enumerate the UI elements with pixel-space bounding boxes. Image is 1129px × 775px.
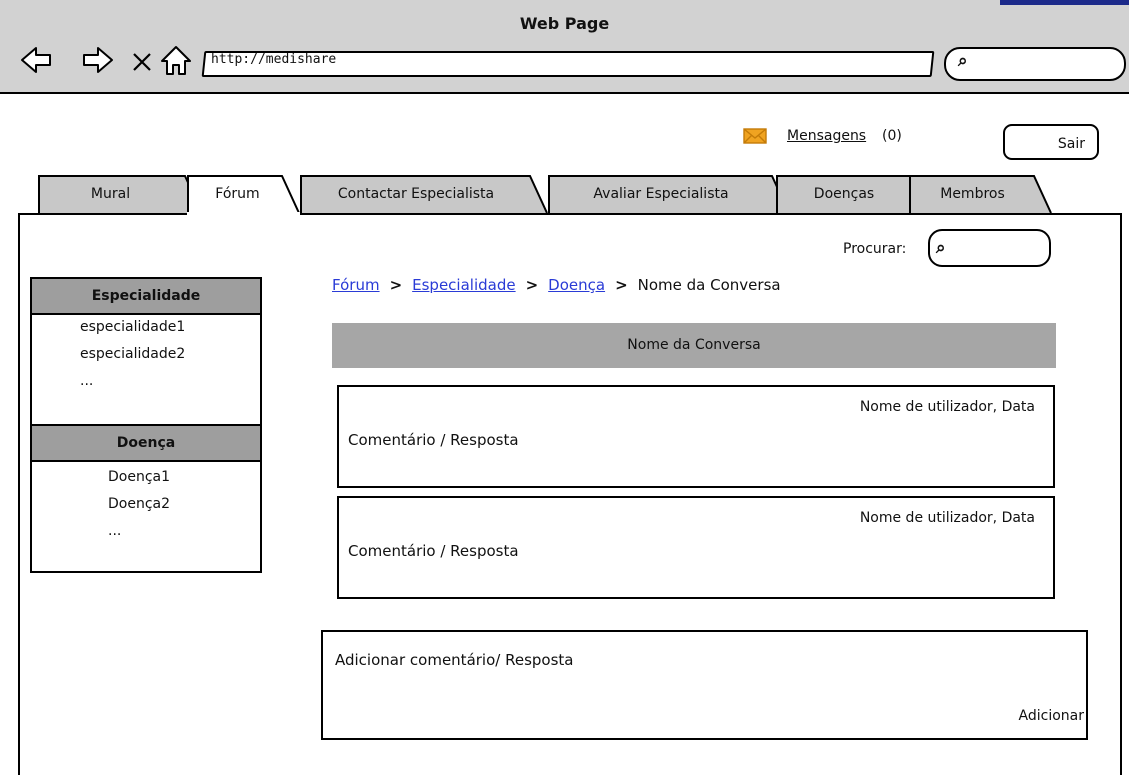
comment-card: Nome de utilizador, Data Comentário / Re… bbox=[337, 496, 1055, 599]
tab-doencas[interactable]: Doenças bbox=[776, 175, 928, 213]
tab-label: Fórum bbox=[215, 186, 260, 202]
address-text: http://medishare bbox=[211, 52, 337, 67]
tab-label: Doenças bbox=[813, 186, 875, 202]
search-label: Procurar: bbox=[843, 241, 907, 257]
conversation-title: Nome da Conversa bbox=[332, 323, 1056, 368]
comment-text: Comentário / Resposta bbox=[348, 542, 519, 560]
add-comment-button[interactable]: Adicionar bbox=[1019, 708, 1084, 724]
breadcrumb-specialty-link[interactable]: Especialidade bbox=[412, 276, 515, 294]
breadcrumb: Fórum > Especialidade > Doença > Nome da Conve… bbox=[332, 276, 781, 294]
breadcrumb-separator: > bbox=[525, 276, 539, 294]
tab-label: Avaliar Especialista bbox=[593, 186, 729, 202]
add-comment-box[interactable]: Adicionar comentário/ Resposta Adicionar bbox=[321, 630, 1088, 740]
messages-count: (0) bbox=[882, 128, 902, 144]
logout-button[interactable]: Sair bbox=[1003, 124, 1099, 160]
tab-mural[interactable]: Mural bbox=[38, 175, 203, 213]
sidebar-item-specialty[interactable]: especialidade2 bbox=[80, 346, 185, 362]
back-arrow-icon[interactable] bbox=[20, 44, 52, 76]
sidebar-item-more: ... bbox=[108, 523, 122, 539]
search-icon: ⌕ bbox=[958, 51, 968, 71]
active-tab-connector bbox=[187, 212, 300, 216]
breadcrumb-forum-link[interactable]: Fórum bbox=[332, 276, 380, 294]
window-accent bbox=[1000, 0, 1129, 5]
sidebar-item-disease[interactable]: Doença2 bbox=[108, 496, 170, 512]
comment-meta: Nome de utilizador, Data bbox=[859, 399, 1035, 415]
breadcrumb-separator: > bbox=[615, 276, 628, 294]
sidebar-item-disease[interactable]: Doença1 bbox=[108, 469, 170, 485]
tab-label: Contactar Especialista bbox=[337, 186, 495, 202]
mail-icon[interactable] bbox=[743, 128, 767, 144]
sidebar-header-disease: Doença bbox=[32, 424, 260, 462]
add-comment-placeholder: Adicionar comentário/ Resposta bbox=[335, 651, 574, 669]
forward-arrow-icon[interactable] bbox=[82, 44, 114, 76]
stop-icon[interactable] bbox=[130, 44, 154, 76]
tab-label: Membros bbox=[940, 186, 1005, 202]
comment-meta: Nome de utilizador, Data bbox=[859, 510, 1035, 526]
sidebar-item-more: ... bbox=[80, 373, 94, 389]
home-icon[interactable] bbox=[160, 44, 192, 76]
tab-contactar-especialista[interactable]: Contactar Especialista bbox=[300, 175, 548, 213]
search-input[interactable]: ⌕ bbox=[928, 229, 1051, 267]
breadcrumb-current: Nome da Conversa bbox=[637, 276, 781, 294]
tab-membros[interactable]: Membros bbox=[909, 175, 1052, 213]
comment-text: Comentário / Resposta bbox=[348, 431, 519, 449]
breadcrumb-separator: > bbox=[389, 276, 403, 294]
window-title: Web Page bbox=[519, 14, 610, 33]
tab-avaliar-especialista[interactable]: Avaliar Especialista bbox=[548, 175, 790, 213]
search-icon: ⌕ bbox=[936, 238, 946, 258]
breadcrumb-disease-link[interactable]: Doença bbox=[548, 276, 605, 294]
browser-search-box[interactable]: ⌕ bbox=[944, 47, 1126, 81]
tab-forum[interactable]: Fórum bbox=[187, 175, 300, 213]
sidebar: Especialidade especialidade1 especialida… bbox=[30, 277, 262, 573]
tab-label: Mural bbox=[90, 186, 131, 202]
sidebar-item-specialty[interactable]: especialidade1 bbox=[80, 319, 185, 335]
messages-link[interactable]: Mensagens bbox=[787, 128, 866, 144]
sidebar-header-specialty: Especialidade bbox=[32, 279, 260, 315]
comment-card: Nome de utilizador, Data Comentário / Re… bbox=[337, 385, 1055, 488]
